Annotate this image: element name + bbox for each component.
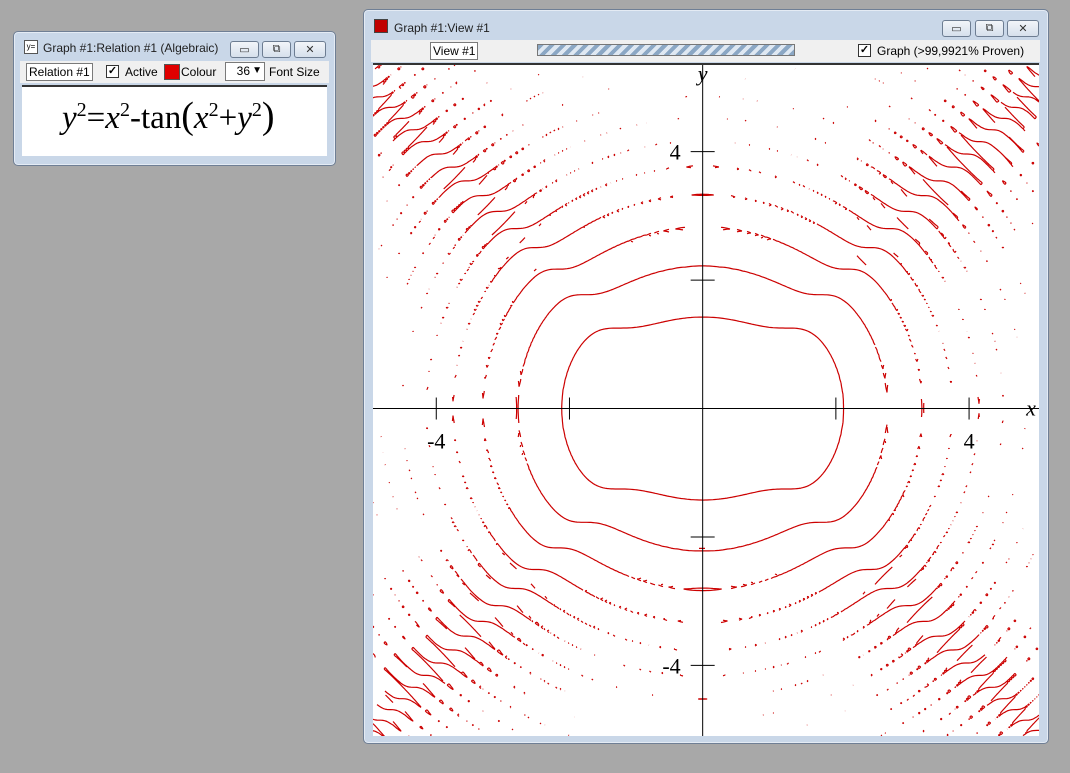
graph-icon bbox=[374, 19, 388, 33]
colour-label: Colour bbox=[181, 65, 217, 79]
relation-curve bbox=[373, 65, 1039, 736]
minimize-button[interactable]: ▭ bbox=[942, 20, 971, 37]
eq-lhs-var: y bbox=[62, 100, 77, 136]
x-tick-label-pos4: 4 bbox=[964, 429, 975, 454]
colour-swatch[interactable] bbox=[164, 64, 180, 80]
x-axis-label: x bbox=[1025, 396, 1036, 421]
graph-proven-label: Graph (>99,9921% Proven) bbox=[877, 44, 1025, 58]
restore-icon: ⧉ bbox=[272, 43, 281, 55]
eq-y2-exp: 2 bbox=[251, 99, 262, 121]
close-icon: ✕ bbox=[305, 44, 315, 56]
relation-window-titlebar[interactable]: y= Graph #1:Relation #1 (Algebraic) ▭ ⧉ … bbox=[14, 32, 335, 58]
y-axis-label: y bbox=[696, 65, 708, 86]
eq-minus: - bbox=[129, 100, 141, 136]
restore-button[interactable]: ⧉ bbox=[262, 41, 291, 58]
eq-open-paren: ( bbox=[181, 95, 194, 137]
graph-window-title: Graph #1:View #1 bbox=[394, 21, 490, 35]
minimize-button[interactable]: ▭ bbox=[230, 41, 259, 58]
eq-func: tan bbox=[140, 100, 182, 136]
relation-toolbar: Relation #1 ✓ Active Colour 36 ▼ Font Si… bbox=[20, 61, 329, 83]
font-size-value: 36 bbox=[236, 64, 250, 78]
active-label: Active bbox=[125, 65, 158, 79]
x-tick-label-neg4: -4 bbox=[427, 429, 445, 454]
eq-x-var: x bbox=[105, 100, 120, 136]
relation-window-title: Graph #1:Relation #1 (Algebraic) bbox=[43, 41, 219, 55]
restore-icon: ⧉ bbox=[985, 22, 994, 34]
eq-equals: = bbox=[86, 100, 106, 136]
minimize-icon: ▭ bbox=[239, 44, 250, 56]
y-tick-label-neg4: -4 bbox=[662, 653, 680, 678]
restore-button[interactable]: ⧉ bbox=[975, 20, 1004, 37]
close-icon: ✕ bbox=[1018, 23, 1028, 35]
graph-plot-area[interactable]: -4 4 4 -4 x y bbox=[373, 63, 1039, 736]
eq-close-paren: ) bbox=[261, 95, 275, 137]
equation-display[interactable]: y2=x2-tan(x2+y2) bbox=[22, 85, 327, 156]
relation-name-field[interactable]: Relation #1 bbox=[26, 63, 93, 81]
graph-toolbar: View #1 ✓ Graph (>99,9921% Proven) bbox=[371, 40, 1040, 62]
chevron-down-icon: ▼ bbox=[252, 65, 262, 76]
eq-plus: + bbox=[218, 100, 238, 136]
font-size-label: Font Size bbox=[269, 65, 320, 79]
close-button[interactable]: ✕ bbox=[294, 41, 326, 58]
progress-bar bbox=[537, 44, 795, 56]
eq-lhs-exp: 2 bbox=[76, 99, 87, 121]
font-size-select[interactable]: 36 ▼ bbox=[225, 62, 265, 81]
eq-x-exp: 2 bbox=[119, 99, 130, 121]
y-tick-label-pos4: 4 bbox=[670, 140, 681, 165]
relation-window: y= Graph #1:Relation #1 (Algebraic) ▭ ⧉ … bbox=[13, 31, 336, 166]
eq-x2-var: x bbox=[193, 100, 209, 136]
eq-x2-exp: 2 bbox=[208, 99, 219, 121]
view-name-field[interactable]: View #1 bbox=[430, 42, 478, 60]
close-button[interactable]: ✕ bbox=[1007, 20, 1039, 37]
plot-svg: -4 4 4 -4 x y bbox=[373, 65, 1039, 736]
active-checkbox[interactable]: ✓ bbox=[106, 65, 119, 78]
graph-checkbox[interactable]: ✓ bbox=[858, 44, 871, 57]
equation-icon: y= bbox=[24, 40, 38, 54]
minimize-icon: ▭ bbox=[951, 23, 962, 35]
eq-y2-var: y bbox=[237, 100, 252, 136]
graph-window-titlebar[interactable]: Graph #1:View #1 ▭ ⧉ ✕ bbox=[364, 10, 1048, 37]
graph-window: Graph #1:View #1 ▭ ⧉ ✕ View #1 ✓ Graph (… bbox=[363, 9, 1049, 744]
